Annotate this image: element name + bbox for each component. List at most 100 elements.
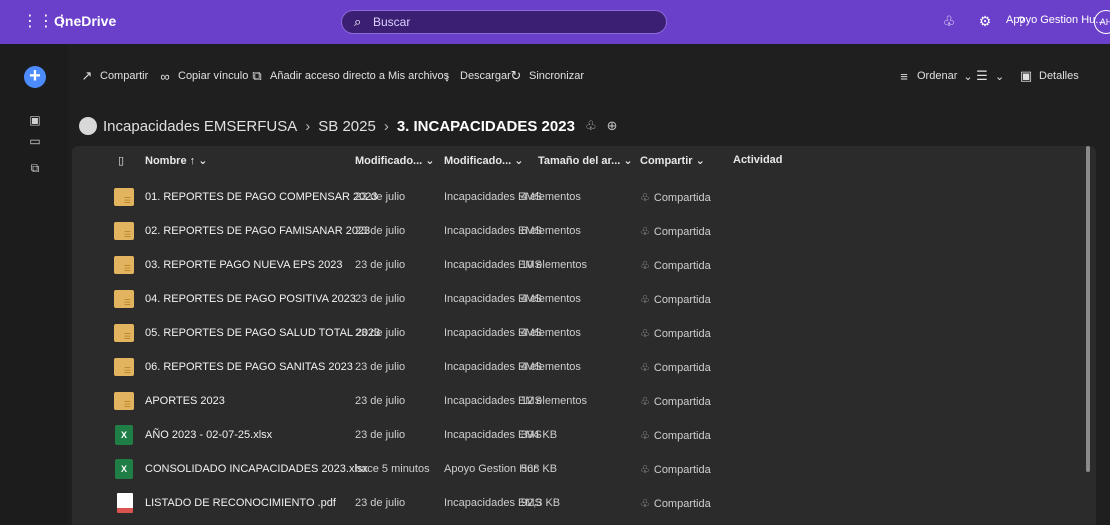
folder-icon — [114, 222, 134, 240]
sharing-status: ♧ Compartida — [640, 430, 711, 442]
details-label: Detalles — [1039, 70, 1079, 82]
sharing-status: ♧ Compartida — [640, 260, 711, 272]
shared-icon: ♧ — [640, 294, 650, 306]
app-launcher-icon[interactable]: ⋮⋮⋮ — [22, 12, 70, 32]
app-title[interactable]: OneDrive — [54, 13, 116, 29]
shared-icon: ♧ — [640, 328, 650, 340]
sharing-status: ♧ Compartida — [640, 464, 711, 476]
shared-icon: ♧ — [640, 260, 650, 272]
shared-icon: ♧ — [640, 226, 650, 238]
folder-icon[interactable]: ▭ — [27, 133, 43, 149]
table-row[interactable]: 05. REPORTES DE PAGO SALUD TOTAL 2023 23… — [72, 318, 1082, 352]
sharing-status: ♧ Compartida — [640, 192, 711, 204]
excel-file-icon: X — [115, 459, 133, 479]
breadcrumb-item-root[interactable]: Incapacidades EMSERFUSA — [103, 118, 297, 135]
sync-button[interactable]: ↻ Sincronizar — [509, 62, 584, 90]
search-box[interactable]: ⌕ — [341, 10, 667, 34]
download-icon: ↓ — [443, 68, 451, 84]
table-row[interactable]: X CONSOLIDADO INCAPACIDADES 2023.xlsx ha… — [72, 454, 1082, 488]
command-bar: ↗ Compartir ∞ Copiar vínculo ⧉ Añadir ac… — [72, 62, 1102, 92]
chevron-down-icon: ⌄ — [963, 70, 973, 83]
shared-icon: ♧ — [584, 118, 597, 133]
pdf-file-icon — [117, 493, 133, 513]
file-type-icon: ▯ — [118, 155, 125, 167]
avatar[interactable]: AH — [1094, 10, 1110, 34]
shared-icon: ♧ — [640, 498, 650, 510]
add-shortcut-button[interactable]: ⧉ Añadir acceso directo a Mis archivos — [250, 62, 449, 90]
header-activity[interactable]: Actividad — [733, 154, 783, 172]
folder-icon — [114, 188, 134, 206]
header-modified-by[interactable]: Modificado... ⌄ — [444, 154, 524, 172]
shared-icon: ♧ — [640, 430, 650, 442]
chevron-down-icon: ⌄ — [995, 70, 1005, 83]
top-bar: ⋮⋮⋮ OneDrive ⌕ ♧ ⚙ ? Apoyo Gestion Hu...… — [0, 0, 1110, 44]
details-icon: ▣ — [1019, 68, 1033, 83]
breadcrumb-current[interactable]: 3. INCAPACIDADES 2023 — [397, 118, 575, 135]
shared-icon: ♧ — [640, 464, 650, 476]
download-label: Descargar — [460, 70, 511, 82]
share-icon: ↗ — [81, 68, 93, 83]
view-icon: ☰ — [976, 68, 988, 83]
table-row[interactable]: 01. REPORTES DE PAGO COMPENSAR 2023 23 d… — [72, 182, 1082, 216]
sync-label: Sincronizar — [529, 70, 585, 82]
view-button[interactable]: ☰ ⌄ — [975, 62, 1004, 90]
header-size[interactable]: Tamaño del ar... ⌄ — [538, 154, 633, 172]
breadcrumb-item-sb[interactable]: SB 2025 — [318, 118, 376, 135]
table-row[interactable]: 02. REPORTES DE PAGO FAMISANAR 2023 23 d… — [72, 216, 1082, 250]
header-modified[interactable]: Modificado... ⌄ — [355, 154, 435, 172]
table-row[interactable]: 06. REPORTES DE PAGO SANITAS 2023 23 de … — [72, 352, 1082, 386]
table-row[interactable]: 04. REPORTES DE PAGO POSITIVA 2023 23 de… — [72, 284, 1082, 318]
file-list: ▯ Nombre ↑ ⌄ Modificado... ⌄ Modificado.… — [72, 146, 1096, 525]
header-name[interactable]: Nombre ↑ ⌄ — [145, 154, 207, 172]
create-button[interactable]: + — [24, 66, 46, 88]
shared-icon: ♧ — [640, 192, 650, 204]
header-sharing[interactable]: Compartir ⌄ — [640, 154, 705, 172]
chevron-down-icon: ⌄ — [623, 155, 633, 167]
globe-icon: ⊕ — [606, 118, 618, 133]
sort-icon: ≡ — [900, 68, 908, 84]
sharing-status: ♧ Compartida — [640, 294, 711, 306]
search-icon: ⌕ — [354, 14, 362, 29]
chevron-down-icon: ⌄ — [695, 155, 705, 167]
table-row[interactable]: LISTADO DE RECONOCIMIENTO .pdf 23 de jul… — [72, 488, 1082, 522]
shortcut-icon: ⧉ — [252, 68, 262, 83]
apps-icon[interactable]: ♧ — [940, 12, 958, 30]
sharing-status: ♧ Compartida — [640, 328, 711, 340]
link-icon: ∞ — [160, 68, 170, 84]
sort-button[interactable]: ≡ Ordenar ⌄ — [897, 62, 973, 90]
sharing-status: ♧ Compartida — [640, 362, 711, 374]
details-button[interactable]: ▣ Detalles — [1019, 62, 1079, 90]
copy-link-button[interactable]: ∞ Copiar vínculo — [158, 62, 248, 90]
vertical-scrollbar[interactable] — [1086, 146, 1090, 472]
add-shortcut-label: Añadir acceso directo a Mis archivos — [270, 70, 450, 82]
search-input[interactable] — [373, 13, 653, 31]
folder-icon — [114, 392, 134, 410]
user-name[interactable]: Apoyo Gestion Hu... — [1006, 14, 1104, 26]
sharing-status: ♧ Compartida — [640, 498, 711, 510]
sharing-status: ♧ Compartida — [640, 226, 711, 238]
sharing-status: ♧ Compartida — [640, 396, 711, 408]
settings-icon[interactable]: ⚙ — [976, 12, 994, 30]
chevron-right-icon: › — [305, 117, 311, 135]
shared-icon: ♧ — [640, 362, 650, 374]
share-label: Compartir — [100, 70, 149, 82]
folder-icon — [114, 358, 134, 376]
chevron-down-icon: ⌄ — [425, 155, 435, 167]
download-button[interactable]: ↓ Descargar — [440, 62, 511, 90]
table-row[interactable]: APORTES 2023 23 de julio Incapacidades E… — [72, 386, 1082, 420]
left-navigation: + ▣ ▭ ⧉ — [0, 44, 68, 525]
table-row[interactable]: X AÑO 2023 - 02-07-25.xlsx 23 de julio I… — [72, 420, 1082, 454]
home-icon[interactable]: ▣ — [27, 112, 43, 128]
table-row[interactable]: 03. REPORTE PAGO NUEVA EPS 2023 23 de ju… — [72, 250, 1082, 284]
chevron-down-icon: ⌄ — [198, 155, 208, 167]
shared-folder-icon[interactable]: ⧉ — [27, 160, 43, 176]
share-button[interactable]: ↗ Compartir — [80, 62, 149, 90]
copy-link-label: Copiar vínculo — [178, 70, 249, 82]
library-avatar — [79, 117, 97, 135]
folder-icon — [114, 324, 134, 342]
chevron-right-icon: › — [383, 117, 389, 135]
sort-label: Ordenar — [917, 70, 958, 82]
folder-icon — [114, 256, 134, 274]
chevron-down-icon: ⌄ — [514, 155, 524, 167]
sync-icon: ↻ — [510, 68, 522, 83]
